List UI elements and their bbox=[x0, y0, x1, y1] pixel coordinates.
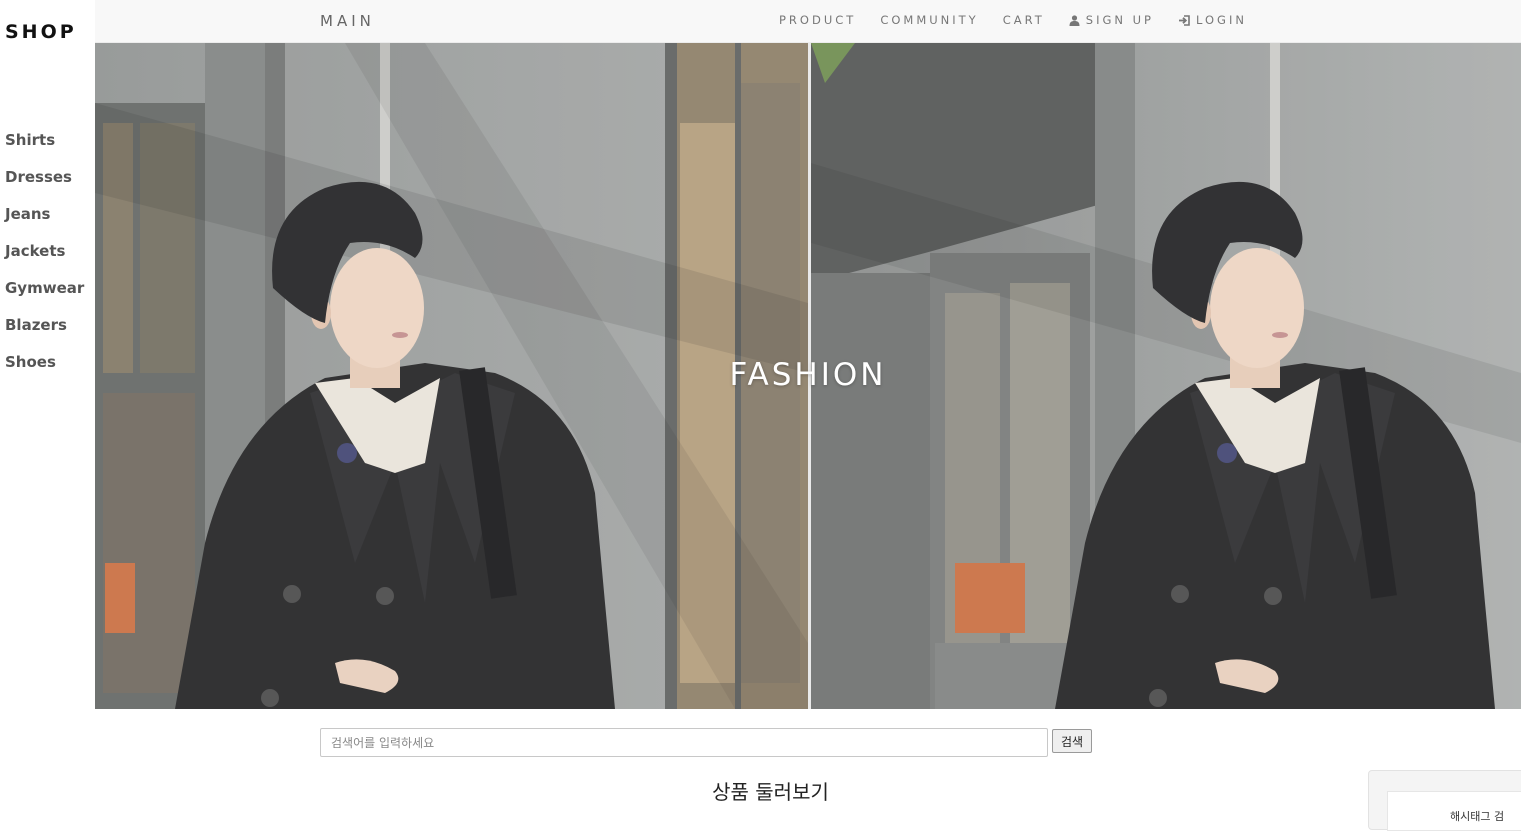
brand-logo[interactable]: SHOP bbox=[5, 21, 77, 43]
nav-signup-link[interactable]: SIGN UP bbox=[1069, 13, 1154, 27]
category-item-shirts[interactable]: Shirts bbox=[5, 129, 84, 166]
nav-login-label: LOGIN bbox=[1196, 13, 1247, 27]
hashtag-search-card: 해시태그 검 bbox=[1368, 770, 1521, 831]
category-item-jackets[interactable]: Jackets bbox=[5, 240, 84, 277]
nav-signup-label: SIGN UP bbox=[1085, 13, 1154, 27]
section-title: 상품 둘러보기 bbox=[712, 780, 829, 804]
sidebar: SHOP Shirts Dresses Jeans Jackets Gymwea… bbox=[0, 0, 95, 813]
nav-product-label: PRODUCT bbox=[779, 13, 857, 27]
nav-cart-link[interactable]: CART bbox=[1003, 13, 1045, 27]
category-item-jeans[interactable]: Jeans bbox=[5, 203, 84, 240]
top-navbar: MAIN PRODUCT COMMUNITY CART SIGN UP LOGI… bbox=[95, 0, 1521, 43]
user-icon bbox=[1069, 14, 1080, 26]
category-item-dresses[interactable]: Dresses bbox=[5, 166, 84, 203]
nav-login-link[interactable]: LOGIN bbox=[1178, 13, 1247, 27]
login-icon bbox=[1178, 14, 1190, 26]
search-button[interactable]: 검색 bbox=[1052, 729, 1092, 753]
nav-product-link[interactable]: PRODUCT bbox=[779, 13, 856, 27]
category-list: Shirts Dresses Jeans Jackets Gymwear Bla… bbox=[5, 129, 84, 388]
search-input[interactable] bbox=[320, 728, 1048, 757]
hero-photo-collage bbox=[95, 43, 1521, 709]
hashtag-search-inner: 해시태그 검 bbox=[1387, 791, 1521, 831]
category-item-blazers[interactable]: Blazers bbox=[5, 314, 84, 351]
nav-main-link[interactable]: MAIN bbox=[320, 12, 375, 30]
category-item-shoes[interactable]: Shoes bbox=[5, 351, 84, 388]
nav-community-label: COMMUNITY bbox=[880, 13, 979, 27]
nav-right-menu: PRODUCT COMMUNITY CART SIGN UP LOGIN bbox=[779, 13, 1271, 27]
nav-cart-label: CART bbox=[1002, 13, 1045, 27]
category-item-gymwear[interactable]: Gymwear bbox=[5, 277, 84, 314]
hero-banner: FASHION bbox=[95, 43, 1521, 709]
nav-community-link[interactable]: COMMUNITY bbox=[880, 13, 978, 27]
hashtag-search-label: 해시태그 검 bbox=[1450, 810, 1505, 823]
